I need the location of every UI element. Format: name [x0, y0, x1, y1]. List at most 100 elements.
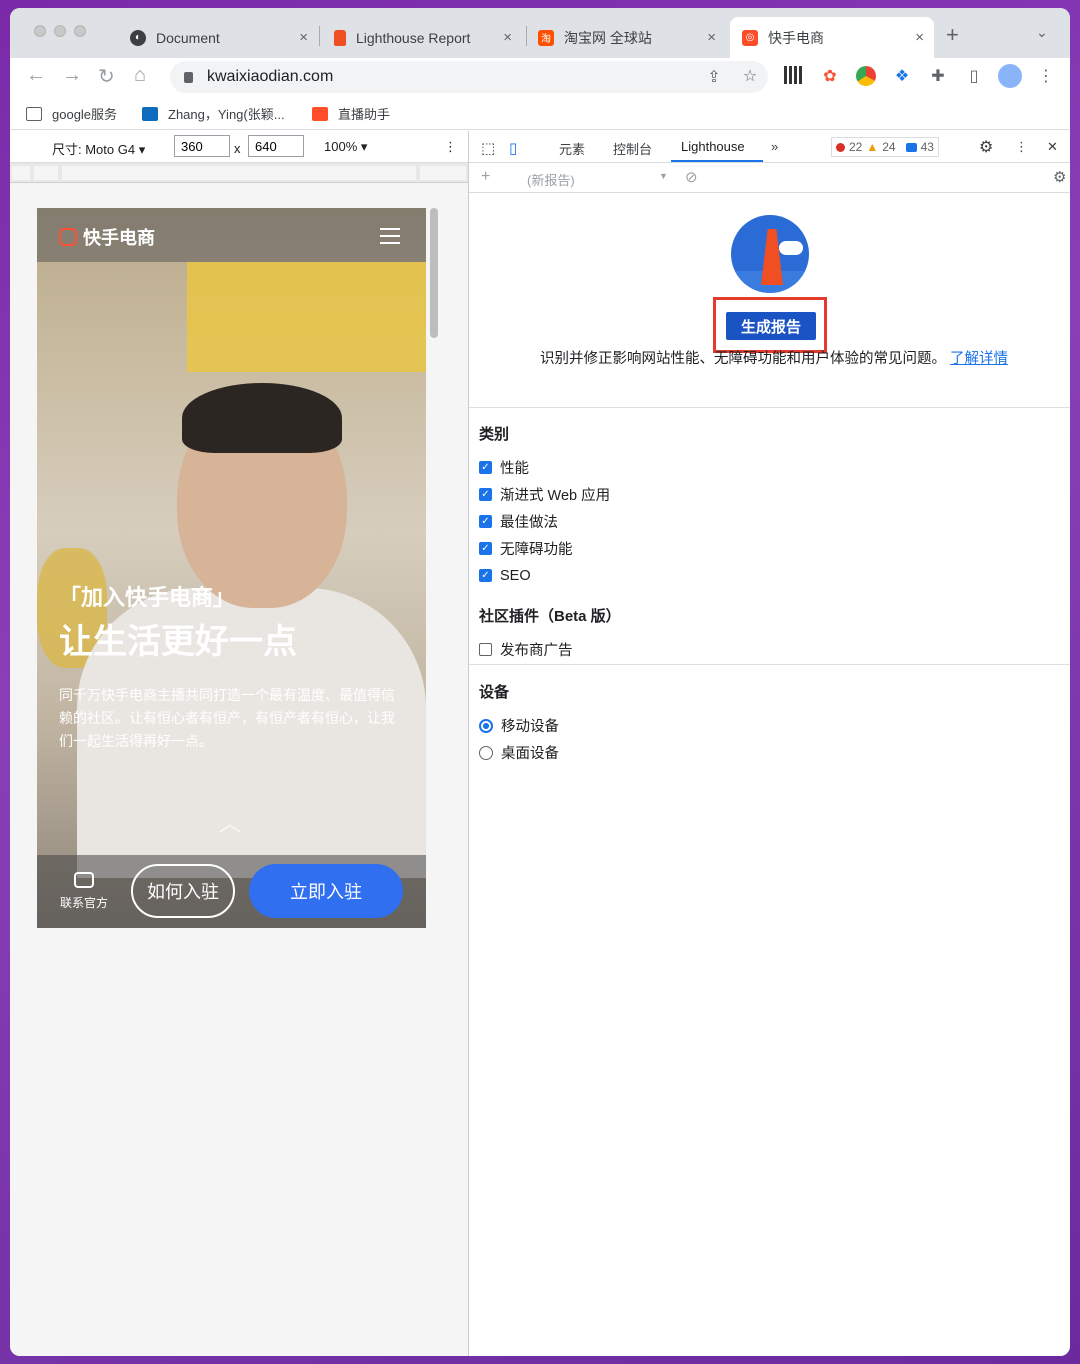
taobao-icon: 淘	[538, 29, 554, 46]
lighthouse-settings-icon[interactable]: ⚙	[1053, 168, 1066, 186]
bookmark-label: 直播助手	[338, 107, 391, 122]
bookmarks-bar: google服务 Zhang，Ying(张颖... 直播助手	[10, 96, 1070, 130]
tab-close-button[interactable]: ×	[299, 29, 308, 46]
tab-console[interactable]: 控制台	[613, 139, 652, 158]
close-window-button[interactable]	[34, 25, 46, 37]
checkbox-unchecked-icon[interactable]	[479, 643, 492, 656]
issue-counters[interactable]: 22 ▲ 24 43	[831, 137, 939, 157]
category-performance[interactable]: ✓ 性能	[479, 454, 610, 481]
category-pwa[interactable]: ✓ 渐进式 Web 应用	[479, 481, 610, 508]
translate-extension-icon[interactable]: ❖	[892, 66, 912, 86]
tab-kuaishou[interactable]: ◎ 快手电商 ×	[730, 17, 934, 58]
device-desktop-option[interactable]: 桌面设备	[479, 739, 559, 766]
device-select[interactable]: 尺寸: Moto G4 ▾	[52, 139, 145, 158]
device-toggle-icon[interactable]: ▯	[509, 139, 517, 157]
checkbox-checked-icon[interactable]: ✓	[479, 569, 492, 582]
join-now-button[interactable]: 立即入驻	[249, 864, 403, 918]
report-select[interactable]: (新报告)	[527, 170, 575, 189]
share-icon[interactable]: ⇪	[704, 67, 724, 87]
viewport-height-input[interactable]	[248, 135, 304, 157]
chevron-up-icon[interactable]: ︿	[219, 806, 241, 838]
extensions-puzzle-icon[interactable]: ✚	[928, 66, 948, 86]
plugins-section: 社区插件（Beta 版） 发布商广告	[479, 605, 621, 663]
settings-gear-icon[interactable]: ⚙	[979, 137, 993, 157]
warning-icon: ▲	[866, 140, 879, 154]
kuaishou-extension-icon[interactable]: ✿	[820, 66, 840, 86]
radio-unselected-icon[interactable]	[479, 745, 493, 760]
tab-separator	[319, 26, 320, 46]
bookmark-live-assistant[interactable]: 直播助手	[312, 104, 390, 123]
more-tabs-icon[interactable]: »	[771, 139, 778, 154]
tab-lighthouse-report[interactable]: Lighthouse Report ×	[322, 17, 522, 58]
category-seo[interactable]: ✓ SEO	[479, 562, 610, 589]
message-count: 43	[920, 140, 934, 154]
checkbox-checked-icon[interactable]: ✓	[479, 461, 492, 474]
error-count: 22	[849, 140, 863, 154]
contact-official-button[interactable]: 联系官方	[59, 872, 109, 911]
bookmark-label: Zhang，Ying(张颖...	[168, 107, 285, 122]
tab-search-button[interactable]: ⌄	[1036, 24, 1048, 41]
add-report-icon[interactable]: +	[481, 168, 490, 186]
viewport-width-input[interactable]	[174, 135, 230, 157]
tab-elements[interactable]: 元素	[559, 139, 585, 158]
tab-close-button[interactable]: ×	[915, 29, 924, 46]
viewport-scrollbar[interactable]	[430, 208, 438, 338]
address-bar[interactable]: kwaixiaodian.com ⇪ ☆	[170, 61, 768, 93]
bookmark-google[interactable]: google服务	[26, 104, 117, 123]
hamburger-menu-icon[interactable]	[380, 228, 400, 249]
browser-menu-icon[interactable]: ⋮	[1036, 66, 1056, 86]
radio-selected-icon[interactable]	[479, 718, 493, 733]
checkbox-checked-icon[interactable]: ✓	[479, 542, 492, 555]
tab-lighthouse[interactable]: Lighthouse	[681, 139, 745, 154]
profile-avatar-icon[interactable]	[998, 64, 1022, 88]
tab-title: Document	[156, 29, 220, 46]
reload-icon[interactable]: ↻	[98, 64, 115, 89]
new-tab-button[interactable]: +	[946, 22, 959, 48]
zoom-select[interactable]: 100% ▾	[324, 139, 367, 155]
side-panel-icon[interactable]: ▯	[964, 66, 984, 86]
devtools-close-icon[interactable]: ✕	[1047, 139, 1058, 155]
device-toolbar-more-icon[interactable]: ⋮	[444, 139, 457, 155]
dropdown-arrow-icon[interactable]: ▼	[659, 171, 668, 181]
back-icon[interactable]: ←	[26, 64, 46, 87]
outlook-icon	[142, 106, 158, 121]
home-icon[interactable]: ⌂	[134, 64, 146, 87]
error-icon	[836, 142, 845, 152]
checkbox-label: 最佳做法	[500, 515, 558, 531]
clear-icon[interactable]: ⊘	[685, 168, 698, 186]
inspect-element-icon[interactable]: ⬚	[481, 139, 495, 157]
tab-close-button[interactable]: ×	[503, 29, 512, 46]
url-text[interactable]: kwaixiaodian.com	[207, 68, 333, 86]
category-best-practices[interactable]: ✓ 最佳做法	[479, 508, 610, 535]
intro-description: 识别并修正影响网站性能、无障碍功能和用户体验的常见问题。	[539, 351, 946, 367]
bookmark-outlook[interactable]: Zhang，Ying(张颖...	[142, 104, 285, 123]
checkbox-checked-icon[interactable]: ✓	[479, 515, 492, 528]
devtools-more-icon[interactable]: ⋮	[1015, 139, 1028, 155]
qr-code-icon[interactable]	[784, 66, 802, 84]
zoom-window-button[interactable]	[74, 25, 86, 37]
dimension-separator: x	[234, 141, 241, 156]
device-mobile-option[interactable]: 移动设备	[479, 712, 559, 739]
categories-section: 类别 ✓ 性能 ✓ 渐进式 Web 应用 ✓ 最佳做法 ✓ 无障碍功能 ✓ SEO	[479, 423, 610, 589]
tab-close-button[interactable]: ×	[707, 29, 716, 46]
checkbox-label: 无障碍功能	[500, 542, 573, 558]
brand-logo[interactable]: 快手电商	[59, 224, 155, 250]
category-accessibility[interactable]: ✓ 无障碍功能	[479, 535, 610, 562]
checkbox-checked-icon[interactable]: ✓	[479, 488, 492, 501]
tab-taobao[interactable]: 淘 淘宝网 全球站 ×	[526, 17, 726, 58]
how-to-join-button[interactable]: 如何入驻	[131, 864, 235, 918]
bookmark-star-icon[interactable]: ☆	[740, 66, 760, 86]
checkbox-label: SEO	[500, 567, 531, 584]
tab-document[interactable]: ◐ Document ×	[118, 17, 318, 58]
minimize-window-button[interactable]	[54, 25, 66, 37]
checkbox-label: 发布商广告	[500, 643, 573, 659]
generate-report-button[interactable]: 生成报告	[726, 312, 816, 340]
plugin-publisher-ads[interactable]: 发布商广告	[479, 636, 621, 663]
brand-name: 快手电商	[83, 228, 155, 248]
section-divider	[469, 664, 1070, 665]
media-query-ruler[interactable]	[10, 163, 468, 183]
forward-icon[interactable]: →	[62, 64, 82, 87]
chrome-extension-icon[interactable]	[856, 66, 876, 86]
learn-more-link[interactable]: 了解详情	[950, 351, 1008, 367]
contact-label: 联系官方	[59, 896, 108, 910]
